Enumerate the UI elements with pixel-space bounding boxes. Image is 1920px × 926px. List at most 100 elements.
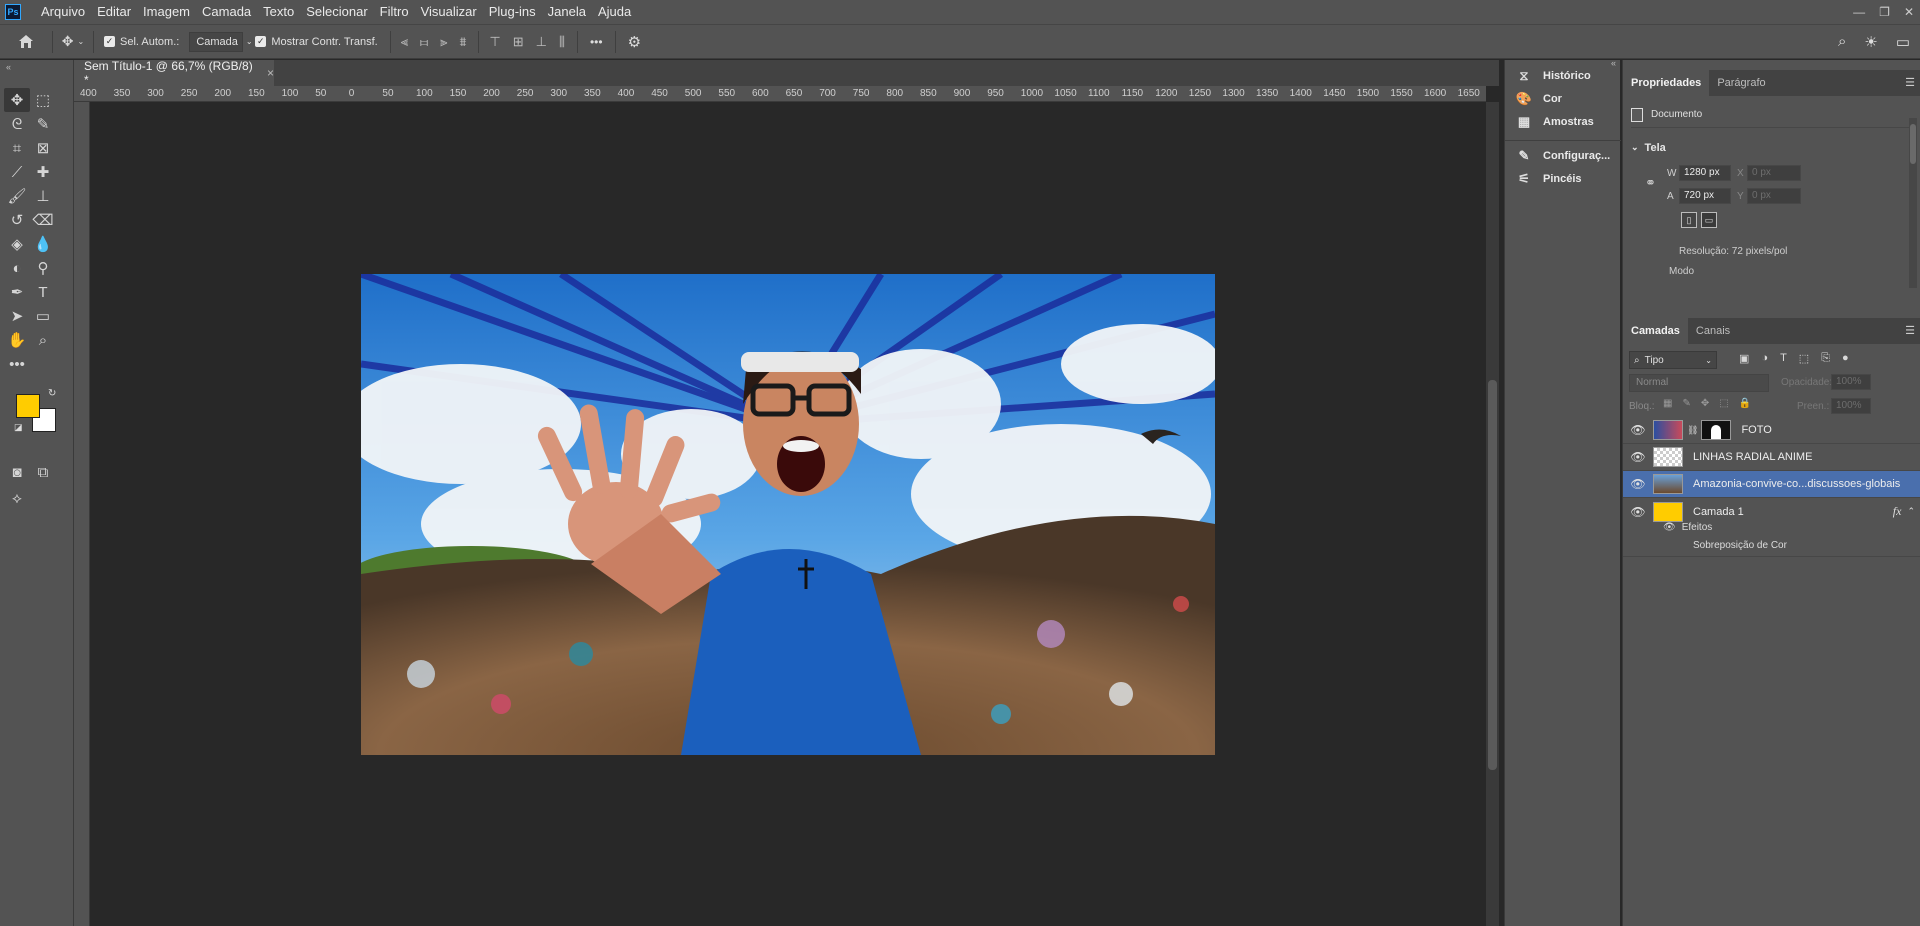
distribute-h-icon[interactable]: ⩩ xyxy=(459,34,466,50)
align-middle-v-icon[interactable]: ⊞ xyxy=(513,34,524,50)
effects-row[interactable]: 👁 Efeitos xyxy=(1663,522,1712,533)
height-input[interactable]: 720 px xyxy=(1679,188,1731,204)
lock-artboard-icon[interactable]: ⬚ xyxy=(1719,398,1728,409)
screen-mode-icon[interactable]: ⧉ xyxy=(30,460,56,484)
path-selection-tool-icon[interactable]: ➤ xyxy=(4,304,30,328)
filter-smart-object-icon[interactable]: ⎘ xyxy=(1821,352,1830,365)
tab-canais[interactable]: Canais xyxy=(1688,318,1738,344)
menu-arquivo[interactable]: Arquivo xyxy=(35,0,91,24)
eye-visibility-icon[interactable]: 👁 xyxy=(1623,423,1653,437)
generative-icon[interactable]: ⟡ xyxy=(4,486,30,510)
sponge-tool-icon[interactable]: ⚲ xyxy=(30,256,56,280)
dodge-tool-icon[interactable]: ◐ xyxy=(4,256,30,280)
menu-editar[interactable]: Editar xyxy=(91,0,137,24)
scrollbar-thumb[interactable] xyxy=(1910,124,1916,164)
align-left-icon[interactable]: ⫷ xyxy=(401,34,408,50)
swap-colors-icon[interactable]: ↻ xyxy=(48,388,56,399)
move-tool-preset-icon[interactable]: ✥ ⌄ xyxy=(53,33,93,50)
default-colors-icon[interactable]: ◪ xyxy=(14,422,23,433)
eraser-tool-icon[interactable]: ⌫ xyxy=(30,208,56,232)
auto-select-target-dropdown[interactable]: Camada ⌄ xyxy=(189,31,253,52)
minimize-icon[interactable]: — xyxy=(1853,5,1865,19)
properties-scrollbar[interactable] xyxy=(1909,118,1917,288)
dock-item-historico[interactable]: ⧖ Histórico xyxy=(1515,64,1590,88)
type-tool-icon[interactable]: T xyxy=(30,280,56,304)
lock-position-icon[interactable]: ✥ xyxy=(1701,398,1709,409)
lock-pixels-icon[interactable]: ✎ xyxy=(1682,398,1690,409)
gear-icon[interactable]: ⚙ xyxy=(628,33,641,51)
scrollbar-thumb[interactable] xyxy=(1488,380,1497,770)
filter-shape-icon[interactable]: ⬚ xyxy=(1799,352,1809,365)
edit-toolbar-icon[interactable]: ••• xyxy=(4,352,30,376)
lock-transparency-icon[interactable]: ▦ xyxy=(1663,398,1672,409)
color-overlay-effect[interactable]: Sobreposição de Cor xyxy=(1693,540,1787,551)
link-dimensions-icon[interactable]: ⚭ xyxy=(1645,175,1656,191)
menu-plugins[interactable]: Plug-ins xyxy=(483,0,542,24)
menu-filtro[interactable]: Filtro xyxy=(374,0,415,24)
lasso-tool-icon[interactable]: ᘓ xyxy=(4,112,30,136)
landscape-orientation-icon[interactable]: ▭ xyxy=(1701,212,1717,228)
history-brush-tool-icon[interactable]: ↺ xyxy=(4,208,30,232)
align-center-h-icon[interactable]: ⧦ xyxy=(420,34,428,50)
blur-tool-icon[interactable]: 💧 xyxy=(30,232,56,256)
brush-tool-icon[interactable]: 🖌 xyxy=(4,184,30,208)
marquee-tool-icon[interactable]: ⬚ xyxy=(30,88,56,112)
menu-ajuda[interactable]: Ajuda xyxy=(592,0,637,24)
chevron-up-icon[interactable]: ⌃ xyxy=(1907,506,1915,517)
document-tab[interactable]: Sem Título-1 @ 66,7% (RGB/8) * × xyxy=(74,59,274,87)
tab-paragrafo[interactable]: Parágrafo xyxy=(1709,70,1773,96)
menu-visualizar[interactable]: Visualizar xyxy=(415,0,483,24)
menu-imagem[interactable]: Imagem xyxy=(137,0,196,24)
restore-icon[interactable]: ❐ xyxy=(1879,5,1890,19)
more-options-icon[interactable]: ••• xyxy=(590,35,603,49)
panel-menu-icon[interactable]: ☰ xyxy=(1905,324,1915,337)
crop-tool-icon[interactable]: ⌗ xyxy=(4,136,30,160)
dock-item-amostras[interactable]: ▦ Amostras xyxy=(1515,110,1594,134)
quick-select-tool-icon[interactable]: ✎ xyxy=(30,112,56,136)
blend-mode-dropdown[interactable]: Normal xyxy=(1629,374,1769,392)
tab-propriedades[interactable]: Propriedades xyxy=(1623,70,1710,96)
layer-filter-dropdown[interactable]: ⌕ Tipo ⌄ xyxy=(1629,351,1717,369)
dock-item-configuracoes[interactable]: ✎ Configuraç... xyxy=(1515,144,1611,168)
auto-select-checkbox[interactable]: ✓ Sel. Autom.: xyxy=(104,36,179,48)
tab-camadas[interactable]: Camadas xyxy=(1623,318,1688,344)
show-transform-checkbox[interactable]: ✓ Mostrar Contr. Transf. xyxy=(255,36,378,48)
quick-mask-icon[interactable]: ◙ xyxy=(4,460,30,484)
close-window-icon[interactable]: ✕ xyxy=(1904,5,1914,19)
menu-janela[interactable]: Janela xyxy=(542,0,592,24)
eye-visibility-icon[interactable]: 👁 xyxy=(1623,505,1653,519)
canvas-vertical-scrollbar[interactable] xyxy=(1486,102,1499,926)
panel-menu-icon[interactable]: ☰ xyxy=(1905,76,1915,89)
eyedropper-tool-icon[interactable]: ⟋ xyxy=(4,160,30,184)
eye-visibility-icon[interactable]: 👁 xyxy=(1623,450,1653,464)
mask-link-icon[interactable]: ⛓ xyxy=(1687,425,1698,436)
filter-pixel-icon[interactable]: ▣ xyxy=(1739,352,1749,365)
layer-row[interactable]: 👁 Camada 1 fx ⌃ xyxy=(1623,498,1920,525)
y-input[interactable]: 0 px xyxy=(1747,188,1801,204)
close-tab-icon[interactable]: × xyxy=(267,66,274,80)
opacity-input[interactable]: 100% xyxy=(1831,374,1871,390)
distribute-v-icon[interactable]: ⫼ xyxy=(559,34,565,50)
paint-bucket-tool-icon[interactable]: ◈ xyxy=(4,232,30,256)
frame-tool-icon[interactable]: ⊠ xyxy=(30,136,56,160)
home-icon[interactable] xyxy=(0,34,52,49)
menu-camada[interactable]: Camada xyxy=(196,0,257,24)
layer-row[interactable]: 👁 LINHAS RADIAL ANIME xyxy=(1623,444,1920,471)
layer-effects-fx-icon[interactable]: fx xyxy=(1893,504,1902,519)
tela-section-header[interactable]: ⌄ Tela xyxy=(1631,142,1666,154)
align-right-icon[interactable]: ⫸ xyxy=(440,34,447,50)
workspace-switcher-icon[interactable]: ▭ xyxy=(1896,33,1910,51)
dock-item-pinceis[interactable]: ⚟ Pincéis xyxy=(1515,167,1581,191)
rectangle-tool-icon[interactable]: ▭ xyxy=(30,304,56,328)
filter-adjustment-icon[interactable]: ◑ xyxy=(1761,352,1768,365)
eye-visibility-icon[interactable]: 👁 xyxy=(1623,477,1653,491)
filter-toggle-icon[interactable]: ● xyxy=(1842,352,1849,365)
dock-item-cor[interactable]: 🎨 Cor xyxy=(1515,87,1562,111)
collapse-toolbar-icon[interactable]: « xyxy=(6,62,11,72)
search-icon[interactable]: ⌕ xyxy=(1838,33,1846,50)
width-input[interactable]: 1280 px xyxy=(1679,165,1731,181)
hand-tool-icon[interactable]: ✋ xyxy=(4,328,30,352)
portrait-orientation-icon[interactable]: ▯ xyxy=(1681,212,1697,228)
filter-type-icon[interactable]: T xyxy=(1780,352,1787,365)
document-canvas-image[interactable] xyxy=(361,274,1215,755)
